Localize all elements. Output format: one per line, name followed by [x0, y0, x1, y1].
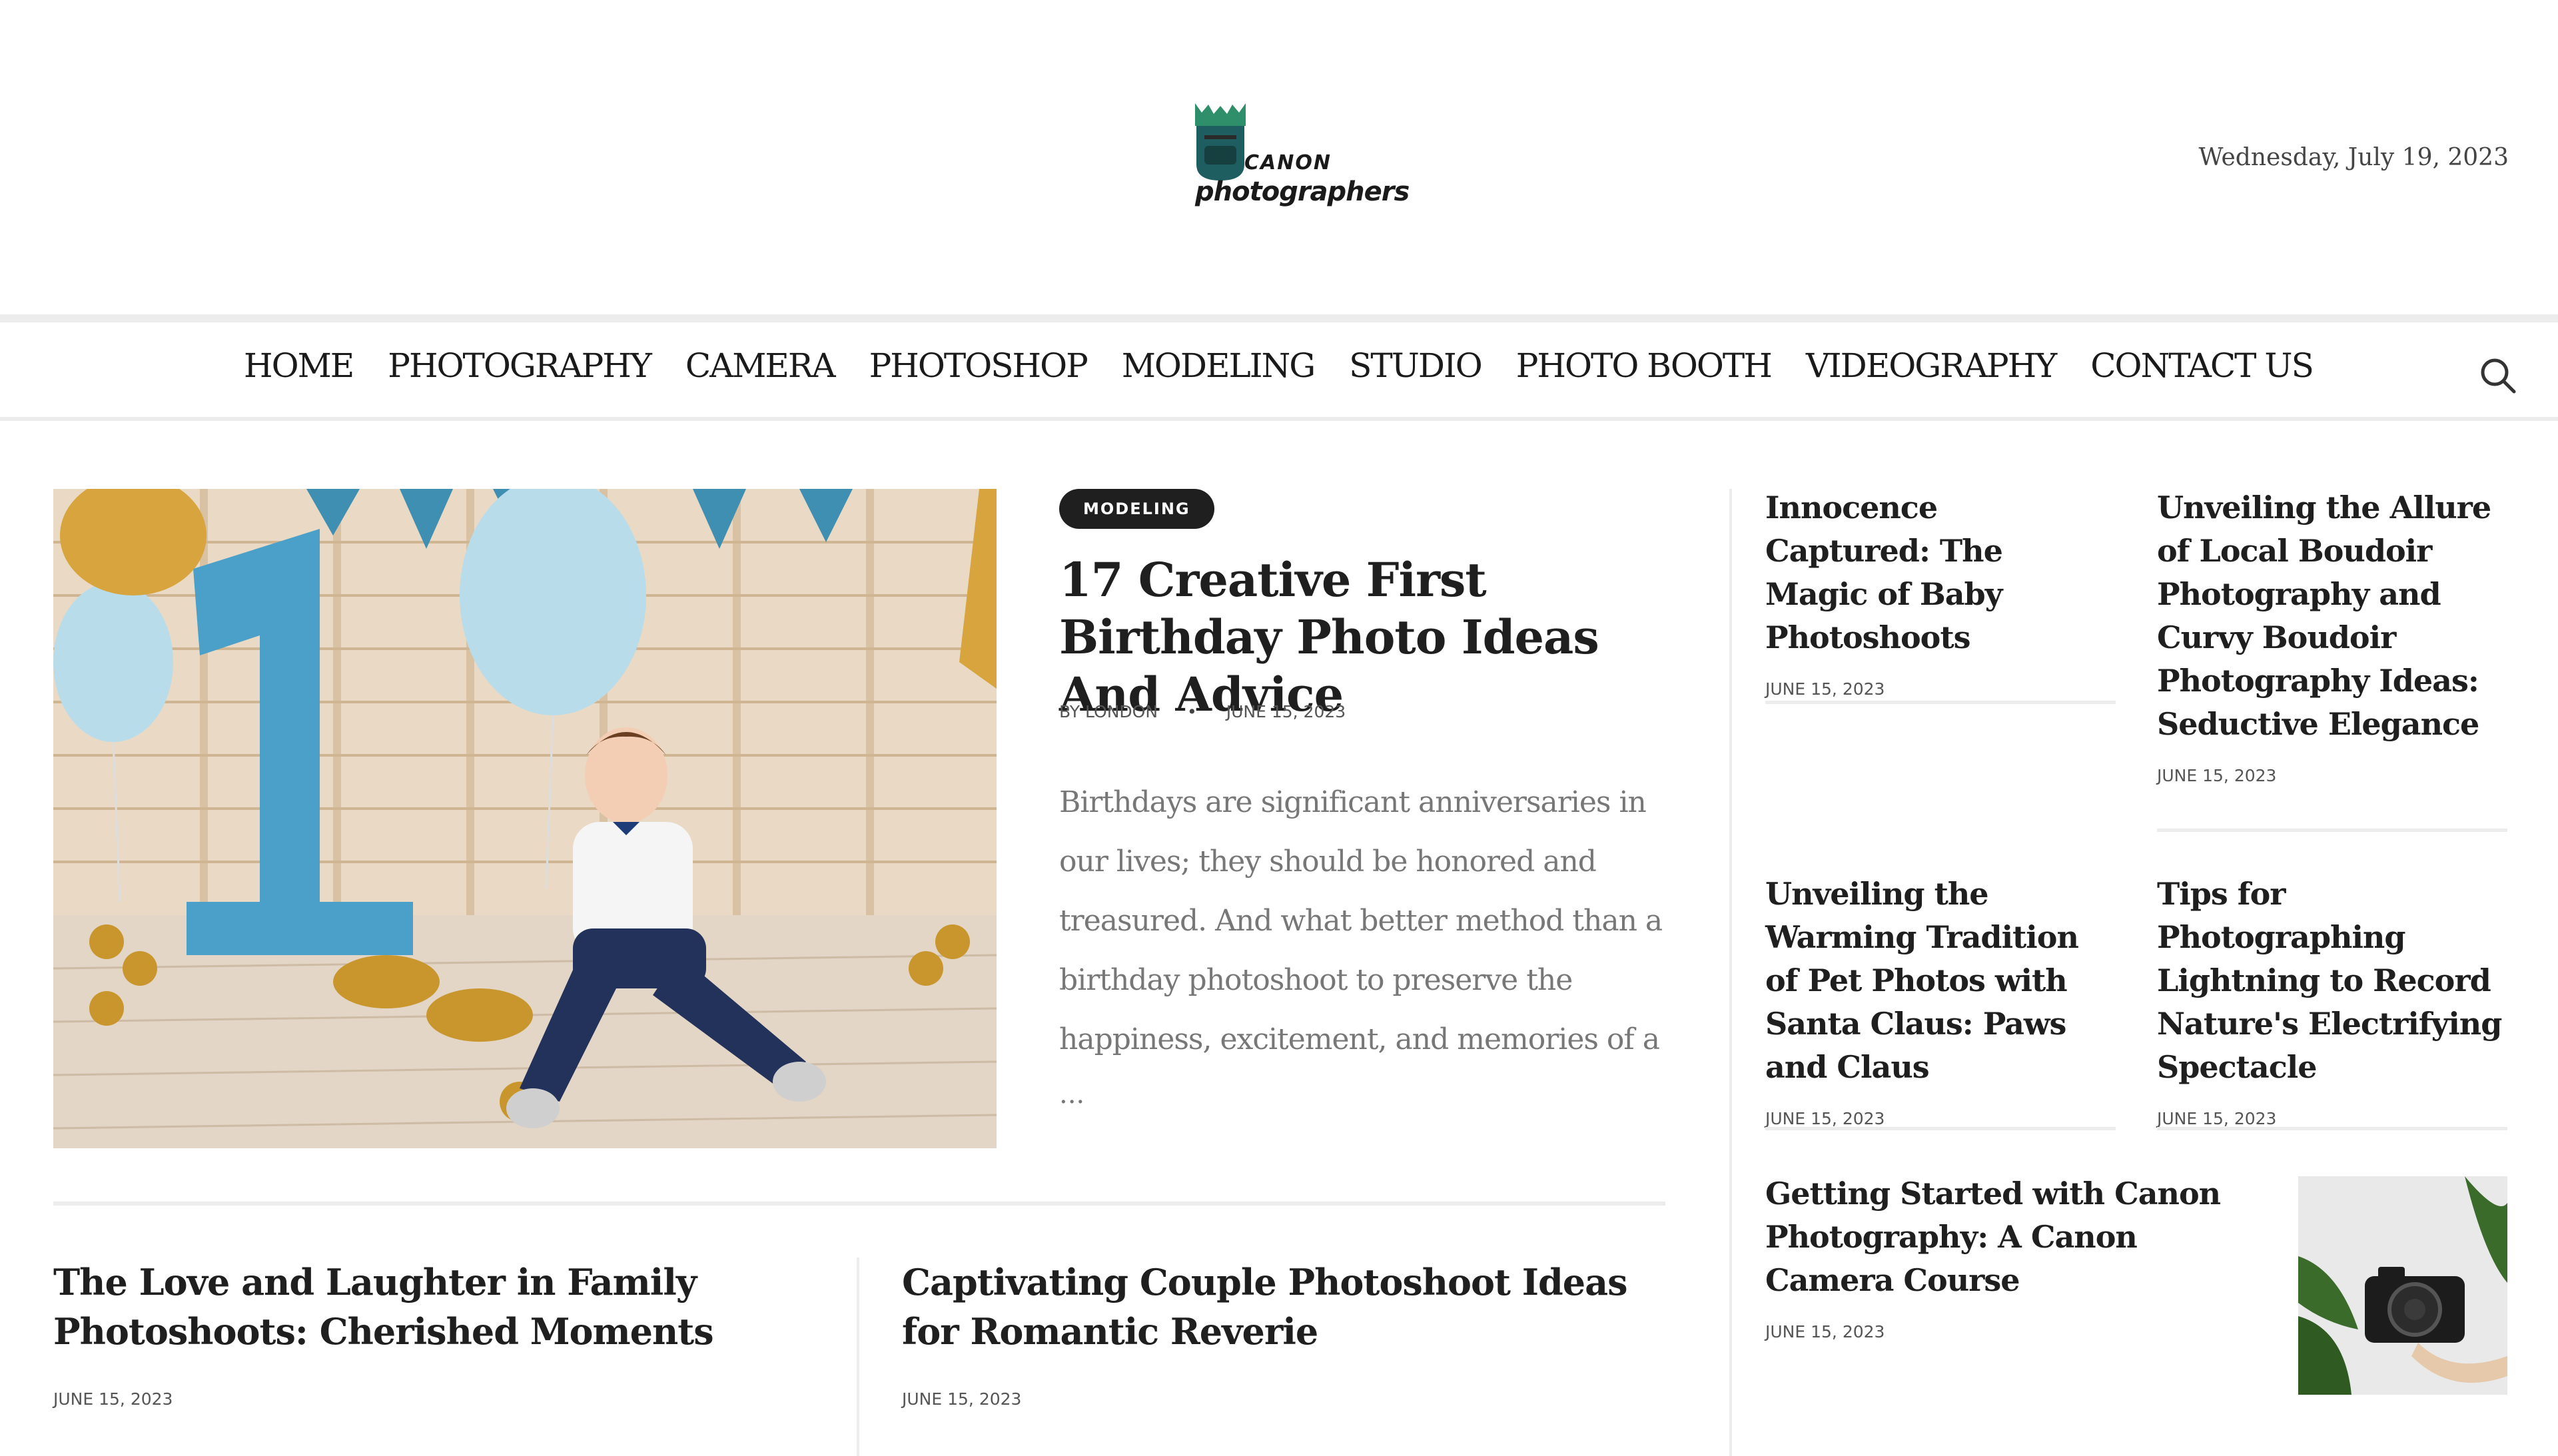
- site-header: CANON photographers Wednesday, July 19, …: [0, 0, 2558, 313]
- nav-item-photography[interactable]: PHOTOGRAPHY: [388, 346, 652, 385]
- column-divider: [857, 1258, 859, 1456]
- row-divider: [1765, 701, 2116, 704]
- post-title[interactable]: Unveiling the Allure of Local Boudoir Ph…: [2157, 486, 2517, 746]
- read-more-ellipsis: ...: [1059, 1079, 1085, 1110]
- post-date: JUNE 15, 2023: [2157, 766, 2277, 785]
- featured-date: JUNE 15, 2023: [1226, 702, 1346, 721]
- section-divider: [53, 1202, 1665, 1206]
- sidebar-divider: [1729, 489, 1732, 1456]
- author-prefix: BY: [1059, 702, 1080, 721]
- logo-small-text: CANON: [1244, 151, 1332, 175]
- nav-item-home[interactable]: HOME: [244, 346, 354, 385]
- list-item: Captivating Couple Photoshoot Ideas for …: [902, 1258, 1655, 1409]
- search-icon[interactable]: [2477, 354, 2519, 397]
- birthday-photo-illustration: [53, 489, 997, 1148]
- nav-item-studio[interactable]: STUDIO: [1349, 346, 1483, 385]
- header-date: Wednesday, July 19, 2023: [2198, 144, 2509, 171]
- nav-item-modeling[interactable]: MODELING: [1122, 346, 1316, 385]
- post-title[interactable]: The Love and Laughter in Family Photosho…: [53, 1258, 813, 1356]
- nav-item-camera[interactable]: CAMERA: [685, 346, 836, 385]
- logo-main-text: photographers: [1195, 177, 1410, 207]
- row-divider: [2157, 829, 2507, 832]
- list-item: Innocence Captured: The Magic of Baby Ph…: [1765, 486, 2112, 699]
- camera-photo-illustration: [2298, 1176, 2507, 1395]
- list-item: Tips for Photographing Lightning to Reco…: [2157, 873, 2503, 1128]
- post-title[interactable]: Innocence Captured: The Magic of Baby Ph…: [1765, 486, 2112, 659]
- category-badge[interactable]: MODELING: [1059, 489, 1214, 529]
- nav-menu: HOME PHOTOGRAPHY CAMERA PHOTOSHOP MODELI…: [244, 346, 2314, 385]
- row-divider: [1765, 1127, 2116, 1130]
- post-title[interactable]: Getting Started with Canon Photography: …: [1765, 1172, 2232, 1302]
- row-divider: [2157, 1127, 2507, 1130]
- nav-item-photoshop[interactable]: PHOTOSHOP: [869, 346, 1088, 385]
- post-date: JUNE 15, 2023: [1765, 1322, 1885, 1341]
- post-title[interactable]: Unveiling the Warming Tradition of Pet P…: [1765, 873, 2112, 1089]
- nav-item-contact-us[interactable]: CONTACT US: [2090, 346, 2314, 385]
- featured-title[interactable]: 17 Creative First Birthday Photo Ideas A…: [1059, 551, 1685, 723]
- nav-item-photo-booth[interactable]: PHOTO BOOTH: [1516, 346, 1773, 385]
- list-item: Getting Started with Canon Photography: …: [1765, 1172, 2232, 1341]
- featured-image[interactable]: [53, 489, 997, 1148]
- meta-separator: •: [1187, 702, 1197, 721]
- list-item: Unveiling the Allure of Local Boudoir Ph…: [2157, 486, 2517, 785]
- post-date: JUNE 15, 2023: [1765, 679, 1885, 699]
- post-date: JUNE 15, 2023: [2157, 1109, 2277, 1128]
- post-date: JUNE 15, 2023: [902, 1389, 1022, 1409]
- site-logo[interactable]: CANON photographers: [1192, 103, 1410, 216]
- featured-meta: BY LONDON • JUNE 15, 2023: [1059, 702, 1346, 721]
- post-date: JUNE 15, 2023: [1765, 1109, 1885, 1128]
- post-thumbnail[interactable]: [2298, 1176, 2507, 1395]
- list-item: The Love and Laughter in Family Photosho…: [53, 1258, 813, 1409]
- author-link[interactable]: LONDON: [1085, 702, 1158, 721]
- featured-excerpt: Birthdays are significant anniversaries …: [1059, 785, 1663, 1056]
- post-title[interactable]: Captivating Couple Photoshoot Ideas for …: [902, 1258, 1655, 1356]
- post-title[interactable]: Tips for Photographing Lightning to Reco…: [2157, 873, 2503, 1089]
- nav-item-videography[interactable]: VIDEOGRAPHY: [1806, 346, 2057, 385]
- logo-icon: [1195, 103, 1246, 181]
- list-item: Unveiling the Warming Tradition of Pet P…: [1765, 873, 2112, 1128]
- main-navigation: HOME PHOTOGRAPHY CAMERA PHOTOSHOP MODELI…: [0, 314, 2558, 421]
- post-date: JUNE 15, 2023: [53, 1389, 173, 1409]
